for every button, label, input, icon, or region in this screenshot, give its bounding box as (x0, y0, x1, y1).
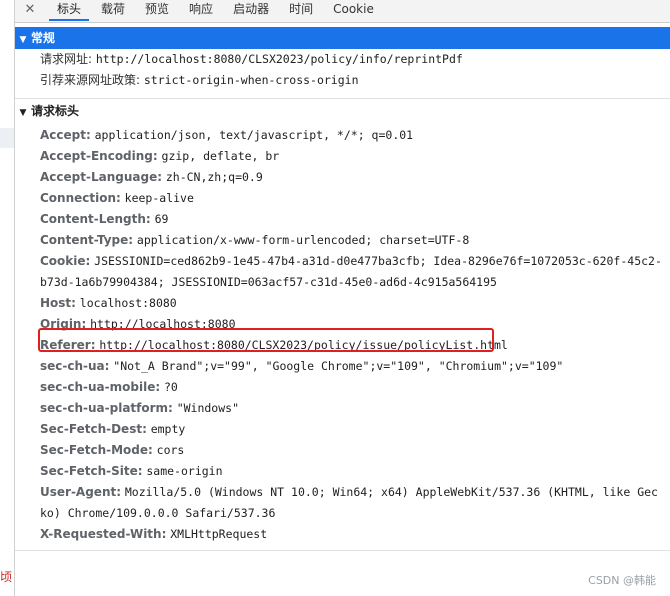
header-name: Connection: (40, 191, 121, 205)
header-name: Content-Type: (40, 233, 134, 247)
request-header-row: Content-Length: 69 (15, 209, 670, 230)
header-name: Content-Length: (40, 212, 151, 226)
triangle-down-icon: ▼ (19, 35, 27, 45)
tab-2[interactable]: 预览 (137, 0, 177, 21)
header-name: Accept: (40, 128, 91, 142)
request-header-row: Connection: keep-alive (15, 188, 670, 209)
general-row: 引荐来源网址政策: strict-origin-when-cross-origi… (15, 70, 670, 91)
header-name: Sec-Fetch-Mode: (40, 443, 153, 457)
header-value: application/x-www-form-urlencoded; chars… (136, 233, 470, 247)
request-header-row: sec-ch-ua: "Not_A Brand";v="99", "Google… (15, 356, 670, 377)
general-section: ▼ 常规 请求网址: http://localhost:8080/CLSX2023… (15, 27, 670, 97)
header-value: http://localhost:8080 (90, 317, 236, 331)
request-header-row: User-Agent: Mozilla/5.0 (Windows NT 10.0… (15, 482, 670, 524)
header-name: User-Agent: (40, 485, 122, 499)
left-panel-clipped-text: 顷 (0, 570, 13, 584)
header-value: keep-alive (124, 191, 194, 205)
header-name: Cookie: (40, 254, 91, 268)
header-value: empty (150, 422, 186, 436)
request-header-row: Accept-Encoding: gzip, deflate, br (15, 146, 670, 167)
header-value: "Windows" (176, 401, 239, 415)
header-value: cors (156, 443, 185, 457)
tab-0[interactable]: 标头 (49, 0, 90, 21)
header-name: Sec-Fetch-Site: (40, 464, 143, 478)
section-divider (15, 550, 670, 551)
header-name: Accept-Encoding: (40, 149, 158, 163)
general-row-key: 引荐来源网址政策: (40, 73, 141, 87)
general-row: 请求网址: http://localhost:8080/CLSX2023/pol… (15, 49, 670, 70)
header-value: "Not_A Brand";v="99", "Google Chrome";v=… (113, 359, 564, 373)
devtools-tabbar: ✕ 标头 载荷 预览 响应 启动器 时间 Cookie (15, 0, 670, 23)
header-name: Host: (40, 296, 76, 310)
general-section-header[interactable]: ▼ 常规 (15, 27, 670, 49)
request-header-row: Origin: http://localhost:8080 (15, 314, 670, 335)
header-name: sec-ch-ua-platform: (40, 401, 173, 415)
left-panel-edge: 顷 (0, 0, 15, 596)
header-name: sec-ch-ua: (40, 359, 110, 373)
header-value: gzip, deflate, br (161, 149, 280, 163)
request-header-row: Accept: application/json, text/javascrip… (15, 125, 670, 146)
header-name: Accept-Language: (40, 170, 163, 184)
header-value: application/json, text/javascript, */*; … (94, 128, 414, 142)
header-value: Mozilla/5.0 (Windows NT 10.0; Win64; x64… (40, 485, 658, 520)
section-divider (15, 98, 670, 99)
left-row-highlight (0, 128, 14, 148)
header-value: same-origin (146, 464, 223, 478)
header-name: Referer: (40, 338, 96, 352)
request-header-row: Sec-Fetch-Dest: empty (15, 419, 670, 440)
tab-3[interactable]: 响应 (181, 0, 221, 21)
header-value: 69 (154, 212, 169, 226)
tab-list: 标头 载荷 预览 响应 启动器 时间 Cookie (49, 0, 386, 22)
header-name: X-Requested-With: (40, 527, 167, 541)
tab-6[interactable]: Cookie (325, 0, 382, 21)
triangle-down-icon: ▼ (19, 108, 27, 118)
request-headers-body: Accept: application/json, text/javascrip… (15, 125, 670, 545)
tab-5[interactable]: 时间 (281, 0, 321, 21)
header-value: XMLHttpRequest (170, 527, 268, 541)
header-value: localhost:8080 (79, 296, 177, 310)
request-header-row: Accept-Language: zh-CN,zh;q=0.9 (15, 167, 670, 188)
header-value: zh-CN,zh;q=0.9 (165, 170, 263, 184)
request-header-row: Referer: http://localhost:8080/CLSX2023/… (15, 335, 670, 356)
request-header-row: sec-ch-ua-platform: "Windows" (15, 398, 670, 419)
general-section-body: 请求网址: http://localhost:8080/CLSX2023/pol… (15, 49, 670, 91)
request-headers-header[interactable]: ▼ 请求标头 (15, 100, 670, 122)
tab-1[interactable]: 载荷 (93, 0, 133, 21)
header-name: Sec-Fetch-Dest: (40, 422, 147, 436)
request-header-row: X-Requested-With: XMLHttpRequest (15, 524, 670, 545)
request-header-row: Content-Type: application/x-www-form-url… (15, 230, 670, 251)
request-header-row: Host: localhost:8080 (15, 293, 670, 314)
tab-4[interactable]: 启动器 (225, 0, 277, 21)
header-name: sec-ch-ua-mobile: (40, 380, 161, 394)
general-row-value: strict-origin-when-cross-origin (143, 73, 359, 87)
close-icon[interactable]: ✕ (23, 2, 37, 18)
watermark: CSDN @韩能 (588, 574, 656, 587)
request-headers-title: 请求标头 (31, 104, 80, 118)
request-header-row: Cookie: JSESSIONID=ced862b9-1e45-47b4-a3… (15, 251, 670, 293)
general-section-title: 常规 (31, 31, 56, 45)
request-header-row: sec-ch-ua-mobile: ?0 (15, 377, 670, 398)
header-value: http://localhost:8080/CLSX2023/policy/is… (99, 338, 508, 352)
request-header-row: Sec-Fetch-Mode: cors (15, 440, 670, 461)
general-row-key: 请求网址: (40, 52, 93, 66)
general-row-value: http://localhost:8080/CLSX2023/policy/in… (95, 52, 463, 66)
request-headers-section: ▼ 请求标头 Accept: application/json, text/jav… (15, 100, 670, 550)
header-value: JSESSIONID=ced862b9-1e45-47b4-a31d-d0e47… (40, 254, 662, 289)
request-header-row: Sec-Fetch-Site: same-origin (15, 461, 670, 482)
header-name: Origin: (40, 317, 87, 331)
header-value: ?0 (163, 380, 178, 394)
